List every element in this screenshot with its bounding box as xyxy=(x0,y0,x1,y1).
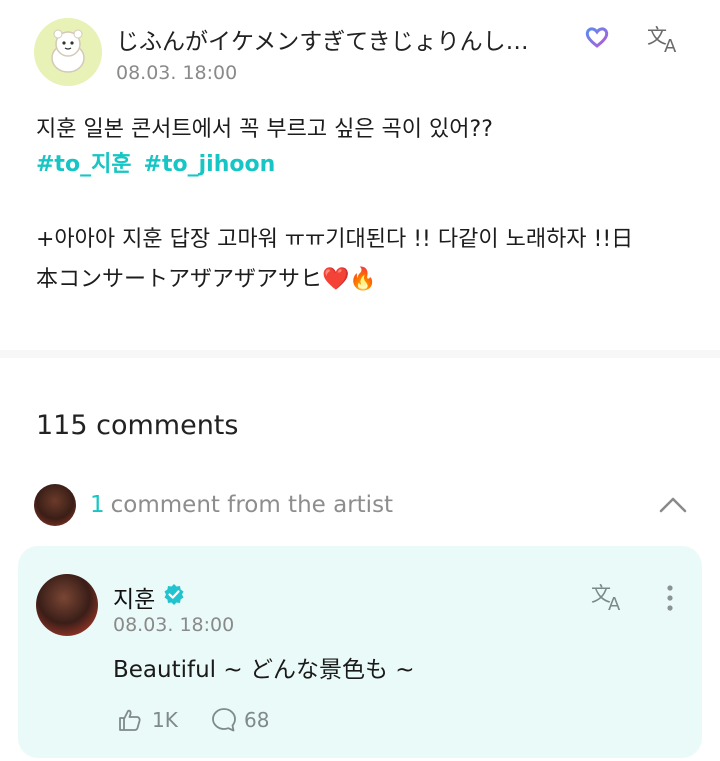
post-author-name[interactable]: じふんがイケメンすぎてきじょりんし… xyxy=(116,22,529,56)
artist-avatar-small xyxy=(34,484,76,526)
comment-count: 115 comments xyxy=(36,410,239,441)
artist-comment-label: comment from the artist xyxy=(110,492,394,518)
reply-icon[interactable] xyxy=(210,706,238,734)
artist-comments-toggle[interactable]: 1 comment from the artist xyxy=(90,492,393,518)
more-vertical-icon[interactable] xyxy=(660,582,680,616)
chevron-up-icon[interactable] xyxy=(654,490,692,518)
hashtag-link[interactable]: #to_jihoon xyxy=(144,152,276,177)
translate-icon[interactable]: 文 A xyxy=(590,580,630,615)
artist-comment-text: Beautiful ~ どんな景色も ~ xyxy=(113,657,415,683)
post-timestamp: 08.03. 18:00 xyxy=(116,62,238,84)
section-divider xyxy=(0,350,720,358)
hashtag-list: #to_지훈 #to_jihoon xyxy=(36,146,287,178)
artist-name[interactable]: 지훈 xyxy=(113,580,155,614)
svg-text:A: A xyxy=(664,36,677,56)
translate-icon[interactable]: 文 A xyxy=(646,22,686,57)
post-text-line: 本コンサートアザアザアサヒ❤️🔥 xyxy=(36,267,377,292)
like-count: 1K xyxy=(152,708,178,732)
verified-icon xyxy=(163,583,185,605)
post-text-line: +아아아 지훈 답장 고마워 ㅠㅠ기대된다 !! 다같이 노래하자 !!日 xyxy=(36,227,634,252)
membership-heart-icon xyxy=(584,26,610,48)
hashtag-link[interactable]: #to_지훈 xyxy=(36,152,132,177)
post-text-line: 지훈 일본 콘서트에서 꼭 부르고 싶은 곡이 있어?? xyxy=(36,117,493,142)
svg-text:A: A xyxy=(608,594,621,614)
like-icon[interactable] xyxy=(116,706,144,734)
reply-count: 68 xyxy=(244,708,270,732)
post-author-avatar[interactable] xyxy=(34,18,102,86)
artist-avatar[interactable] xyxy=(36,574,98,636)
artist-comment-timestamp: 08.03. 18:00 xyxy=(113,614,235,636)
artist-comment-count: 1 xyxy=(90,492,105,518)
